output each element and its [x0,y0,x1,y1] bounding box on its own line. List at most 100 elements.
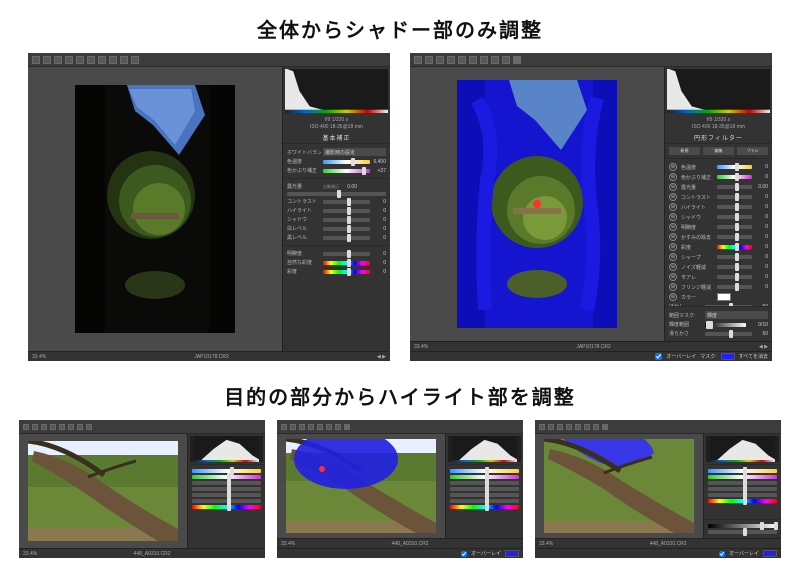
mode-brush-button[interactable]: ブラシ [737,147,768,155]
shadows-slider[interactable] [323,218,370,222]
temp-slider[interactable] [323,160,370,164]
tool-icon[interactable] [23,424,29,430]
section-partial: 円形フィルター [665,132,772,143]
p-dehaze-slider[interactable] [717,235,752,239]
histogram[interactable] [190,436,263,462]
hand-tool-icon[interactable] [43,56,51,64]
image-canvas[interactable] [19,434,187,548]
vibrance-label: 自然な彩度 [287,259,321,266]
graduated-filter-icon[interactable] [502,56,510,64]
blacks-slider[interactable] [323,236,370,240]
image-canvas[interactable] [535,434,703,538]
smoothness-slider[interactable] [705,332,752,336]
p-defringe-slider[interactable] [717,285,752,289]
feather-slider[interactable] [705,305,752,307]
top-toolbar [410,53,772,67]
p-exposure-slider[interactable] [717,185,752,189]
radial-filter-icon[interactable] [513,56,521,64]
saturation-slider[interactable] [323,270,370,274]
adjustment-brush-icon[interactable] [491,56,499,64]
photo-editor-basic: f/9 1/320 s ISO 400 18-35@18 mm 基本補正 ホワイ… [28,53,390,361]
lumrange-slider[interactable] [705,323,746,327]
overlay-checkbox[interactable] [655,353,662,360]
whites-label: 白レベル [287,225,321,232]
exposure-slider[interactable] [287,192,386,196]
p-tint-slider[interactable] [717,175,752,179]
mask-overlay-bar: オーバーレイ マスク: すべてを消去 [410,351,772,361]
smoothness-label: 滑らかさ [669,330,703,337]
clarity-slider[interactable] [323,252,370,256]
section-basic: 基本補正 [283,132,390,143]
spot-tool-icon[interactable] [469,56,477,64]
p-saturation-slider[interactable] [717,245,752,249]
histogram[interactable] [448,436,521,462]
status-bar: 33.4%448_A0310.CR2 [277,538,523,548]
image-canvas[interactable] [277,434,445,538]
wb-tool-icon[interactable] [436,56,444,64]
adjustment-brush-icon[interactable] [109,56,117,64]
photo-editor-tree-mask: 33.4%448_A0310.CR2 オーバーレイ [277,420,523,558]
p-clarity-slider[interactable] [717,225,752,229]
straighten-tool-icon[interactable] [76,56,84,64]
crop-tool-icon[interactable] [447,56,455,64]
p-noise-slider[interactable] [717,265,752,269]
heading-1: 全体からシャドー部のみ調整 [18,14,782,43]
status-bar: 33.4% 448_A0310.CR2 [19,548,265,558]
p-highlights-slider[interactable] [717,205,752,209]
histogram[interactable] [285,69,388,113]
mask-color-swatch[interactable] [763,550,777,557]
wb-select[interactable]: 撮影時の設定 [323,148,386,156]
photo-editor-radial-mask: f/9 1/320 s ISO 400 18-35@18 mm 円形フィルター … [410,53,772,361]
zoom-tool-icon[interactable] [414,56,422,64]
crop-tool-icon[interactable] [65,56,73,64]
image-canvas[interactable] [28,67,282,351]
photo-editor-tree-basic: 33.4% 448_A0310.CR2 [19,420,265,558]
wb-label: ホワイトバランス: [287,149,321,156]
highlights-slider[interactable] [323,209,370,213]
p-shadows-slider[interactable] [717,215,752,219]
overlay-checkbox[interactable] [461,551,467,557]
radial-filter-panel [703,434,781,538]
contrast-slider[interactable] [323,200,370,204]
vibrance-slider[interactable] [323,261,370,265]
mask-color-swatch[interactable] [721,353,735,360]
saturation-label: 彩度 [287,268,321,275]
whites-slider[interactable] [323,227,370,231]
clear-all-button[interactable]: すべてを消去 [739,353,768,360]
blacks-label: 黒レベル [287,234,321,241]
temp-label: 色温度 [287,158,321,165]
rangemask-select[interactable]: 輝度 [705,311,768,319]
image-canvas[interactable] [410,67,664,341]
reset-icon[interactable]: ⊖ [669,163,677,171]
mode-edit-button[interactable]: 編集 [703,147,734,155]
p-temp-slider[interactable] [717,165,752,169]
spot-tool-icon[interactable] [87,56,95,64]
p-moire-slider[interactable] [717,275,752,279]
mode-new-button[interactable]: 新規 [669,147,700,155]
status-bar: 33.4% JAP10178.CR2 ◀ ▶ [28,351,390,361]
redeye-tool-icon[interactable] [98,56,106,64]
straighten-tool-icon[interactable] [458,56,466,64]
redeye-tool-icon[interactable] [480,56,488,64]
status-bar: 33.4% JAP10178.CR2 ◀ ▶ [410,341,772,351]
radial-filter-pin [319,466,325,472]
tint-slider[interactable] [323,169,370,173]
p-sharp-slider[interactable] [717,255,752,259]
p-contrast-slider[interactable] [717,195,752,199]
overlay-checkbox[interactable] [719,551,725,557]
smoothness-slider[interactable] [708,530,777,534]
heading-2: 目的の部分からハイライト部を調整 [18,381,782,410]
graduated-filter-icon[interactable] [120,56,128,64]
top-toolbar [277,420,523,434]
mask-color-swatch[interactable] [505,550,519,557]
adjustment-panel: f/9 1/320 s ISO 400 18-35@18 mm 基本補正 ホワイ… [282,67,390,351]
zoom-tool-icon[interactable] [32,56,40,64]
contrast-label: コントラスト [287,198,321,205]
color-swatch[interactable] [717,293,731,301]
hand-tool-icon[interactable] [425,56,433,64]
histogram[interactable] [706,436,779,462]
histogram[interactable] [667,69,770,113]
radial-filter-icon[interactable] [131,56,139,64]
exif-readout: f/9 1/320 s ISO 400 18-35@18 mm [665,115,772,132]
wb-tool-icon[interactable] [54,56,62,64]
